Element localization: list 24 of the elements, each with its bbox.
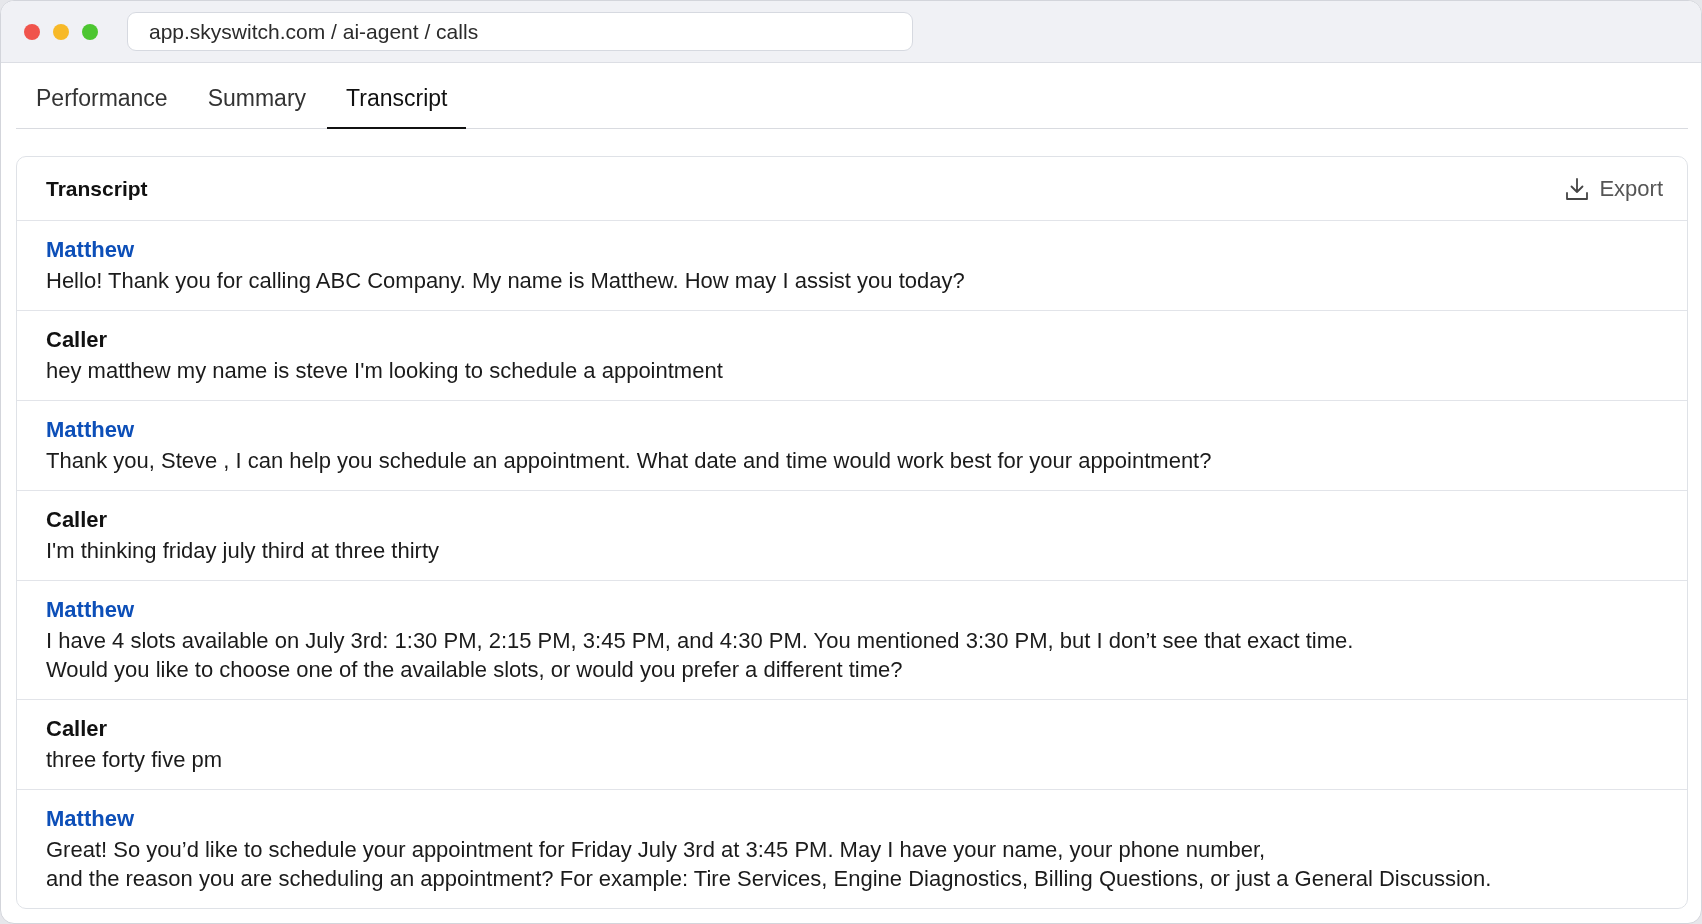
speaker-name: Matthew xyxy=(46,416,135,444)
speaker-name: Matthew xyxy=(46,805,135,833)
message-text: Great! So you’d like to schedule your appointment for Friday July 3rd at 3:45 PM. May I have your name, your phone number, and the reason you are scheduling an appointment? For example: Tire Services, Engine Diagnostics, Billing Questions, or just a General Discussion. xyxy=(46,836,1493,893)
message-text: Hello! Thank you for calling ABC Company. My name is Matthew. How may I assist you today? xyxy=(46,267,966,295)
speaker-name: Caller xyxy=(46,326,109,354)
speaker-name: Caller xyxy=(46,506,109,534)
download-icon xyxy=(1565,176,1590,201)
message-text: three forty five pm xyxy=(46,746,224,774)
message-text: I'm thinking friday july third at three thirty xyxy=(46,537,441,565)
address-field[interactable]: app.skyswitch.com / ai-agent / calls xyxy=(127,12,913,51)
speaker-name: Caller xyxy=(46,715,109,743)
export-button[interactable]: Export xyxy=(1561,171,1667,206)
tab[interactable]: Performance xyxy=(17,63,187,129)
speaker-name: Matthew xyxy=(46,236,135,264)
tab[interactable]: Summary xyxy=(188,63,326,129)
message-text: hey matthew my name is steve I'm looking to schedule a appointment xyxy=(46,357,724,385)
maximize-icon[interactable] xyxy=(82,23,98,40)
minimize-icon[interactable] xyxy=(53,23,69,40)
message-text: I have 4 slots available on July 3rd: 1:30 PM, 2:15 PM, 3:45 PM, and 4:30 PM. You mentioned 3:30 PM, but I don’t see that exact time. Would you like to choose one of the available slots, or would you prefer a different time? xyxy=(46,627,1355,684)
speaker-name: Matthew xyxy=(46,596,135,624)
message-text: Thank you, Steve , I can help you schedule an appointment. What date and time would work best for your appointment? xyxy=(46,447,1213,475)
card-title: Transcript xyxy=(46,176,148,201)
close-icon[interactable] xyxy=(24,23,40,40)
tab[interactable]: Transcript xyxy=(327,63,467,129)
